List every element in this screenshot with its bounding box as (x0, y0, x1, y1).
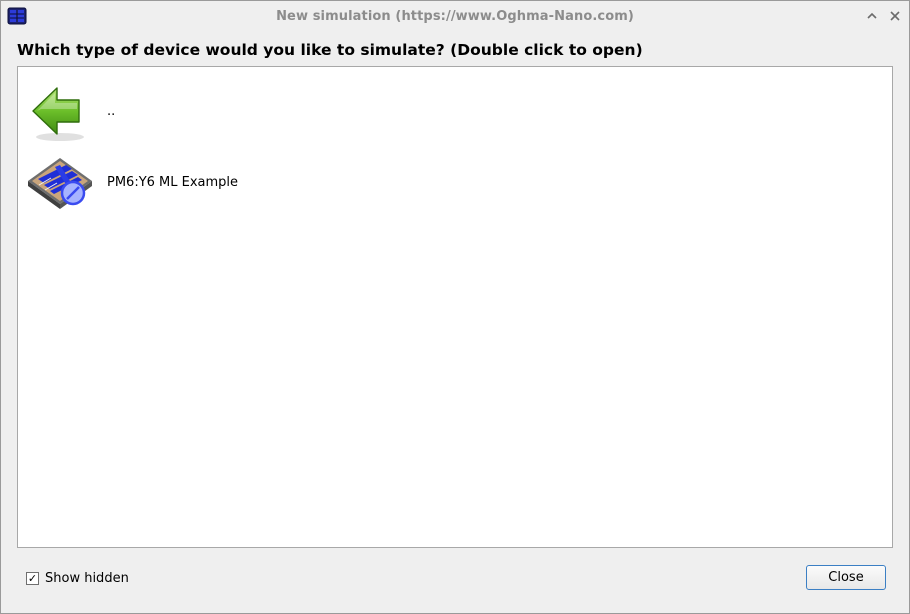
list-item-pm6-y6-ml-example[interactable]: PM6:Y6 ML Example (27, 153, 287, 219)
list-item-parent-folder[interactable]: .. (27, 79, 287, 145)
show-hidden-checkbox[interactable]: ✓ (26, 571, 39, 585)
device-type-prompt: Which type of device would you like to s… (17, 41, 643, 59)
list-item-label: .. (107, 104, 116, 119)
window-title: New simulation (https://www.Oghma-Nano.c… (276, 9, 634, 24)
close-button[interactable]: Close (806, 565, 886, 590)
back-arrow-icon (32, 87, 84, 141)
show-hidden-label: Show hidden (45, 570, 129, 586)
show-hidden-toggle[interactable]: ✓ Show hidden (26, 570, 129, 586)
title-bar[interactable]: New simulation (https://www.Oghma-Nano.c… (1, 1, 909, 31)
new-simulation-dialog: New simulation (https://www.Oghma-Nano.c… (0, 0, 910, 614)
chevron-up-icon[interactable] (865, 9, 879, 23)
device-list[interactable]: .. PM6:Y6 ML Example (17, 66, 893, 548)
list-item-label: PM6:Y6 ML Example (107, 175, 239, 190)
device-simulation-icon (28, 158, 92, 209)
close-icon[interactable] (888, 9, 902, 23)
